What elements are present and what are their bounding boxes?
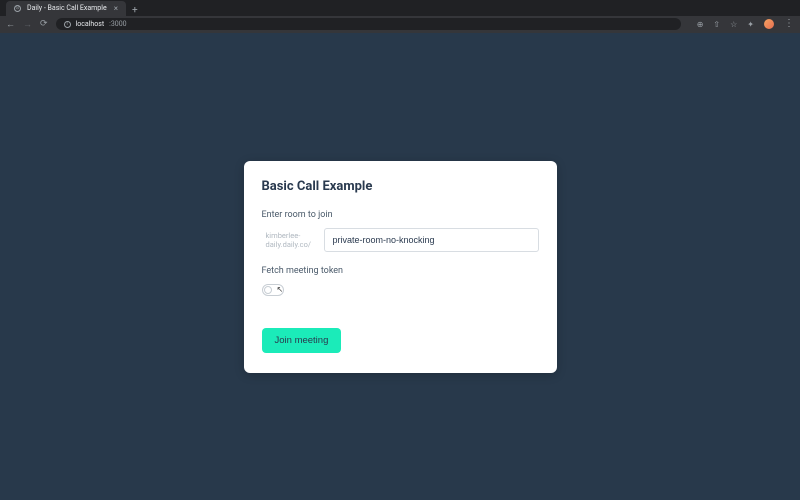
toolbar-right: ⊕ ⇧ ☆ ✦ ⋮ <box>697 19 794 29</box>
browser-tab[interactable]: ⊙ Daily - Basic Call Example × <box>6 1 126 16</box>
menu-icon[interactable]: ⋮ <box>784 19 794 29</box>
page-viewport: Basic Call Example Enter room to join ki… <box>0 33 800 500</box>
reload-button[interactable]: ⟳ <box>40 19 48 29</box>
token-label: Fetch meeting token <box>262 266 539 276</box>
room-label: Enter room to join <box>262 210 539 220</box>
extensions-icon[interactable]: ✦ <box>747 20 754 29</box>
share-icon[interactable]: ⇧ <box>713 20 720 29</box>
star-icon[interactable]: ☆ <box>730 20 737 29</box>
new-tab-button[interactable]: + <box>126 5 144 16</box>
cursor-icon: ↖ <box>277 285 284 294</box>
browser-chrome: ⊙ Daily - Basic Call Example × + ← → ⟳ i… <box>0 0 800 33</box>
join-meeting-button[interactable]: Join meeting <box>262 328 342 353</box>
gift-icon[interactable]: ⊕ <box>697 20 704 29</box>
tab-title: Daily - Basic Call Example <box>27 4 107 12</box>
room-name-input[interactable] <box>324 228 539 252</box>
url-port: :3000 <box>109 20 126 28</box>
forward-button[interactable]: → <box>23 19 32 30</box>
address-bar[interactable]: i localhost :3000 <box>56 18 681 30</box>
card-title: Basic Call Example <box>262 179 539 194</box>
room-url-prefix: kimberlee-daily.daily.co/ <box>262 231 324 249</box>
close-icon[interactable]: × <box>114 4 118 13</box>
site-info-icon[interactable]: i <box>64 21 71 28</box>
token-section: Fetch meeting token ↖ <box>262 266 539 296</box>
url-host: localhost <box>76 20 105 28</box>
back-button[interactable]: ← <box>6 19 15 30</box>
profile-avatar[interactable] <box>764 19 774 29</box>
tab-favicon-icon: ⊙ <box>14 5 21 12</box>
fetch-token-toggle[interactable]: ↖ <box>262 284 284 296</box>
join-card: Basic Call Example Enter room to join ki… <box>244 161 557 373</box>
toggle-knob <box>264 286 272 294</box>
tab-bar: ⊙ Daily - Basic Call Example × + <box>0 0 800 16</box>
browser-toolbar: ← → ⟳ i localhost :3000 ⊕ ⇧ ☆ ✦ ⋮ <box>0 16 800 33</box>
room-input-row: kimberlee-daily.daily.co/ <box>262 228 539 252</box>
